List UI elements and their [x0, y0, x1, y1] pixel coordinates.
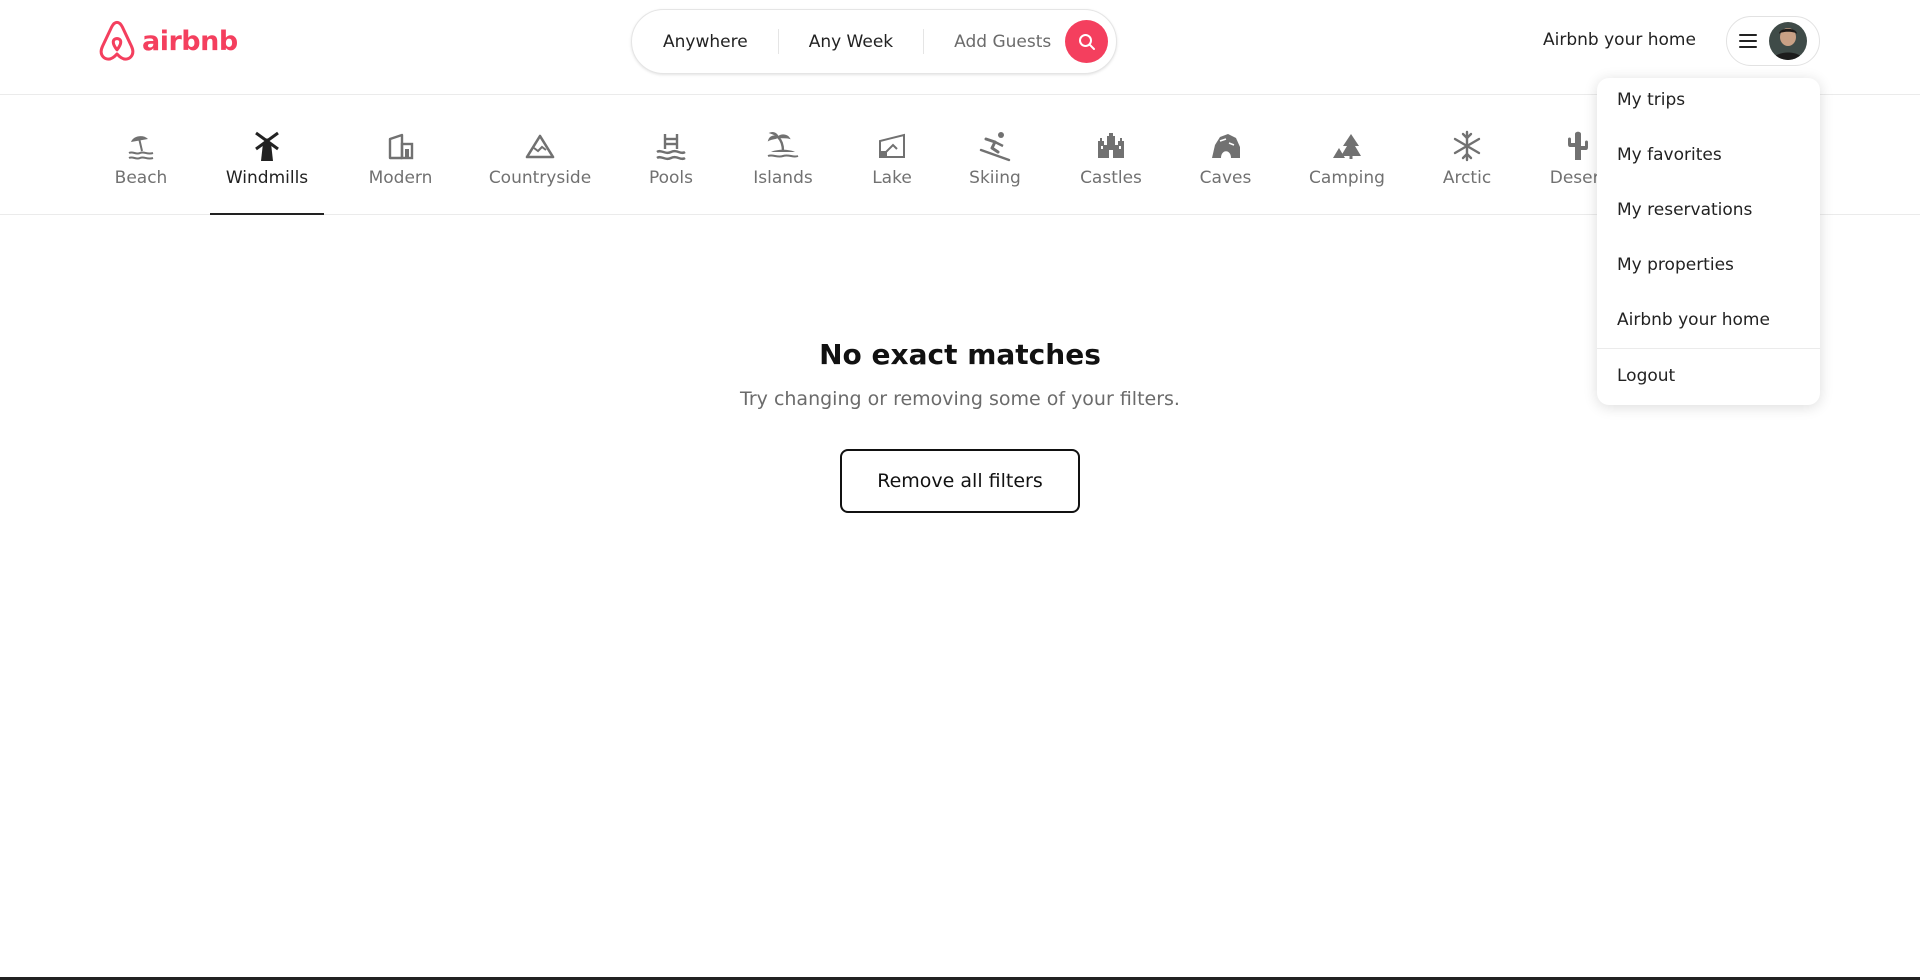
- user-menu-dropdown: My trips My favorites My reservations My…: [1597, 78, 1820, 405]
- menu-item-airbnb-your-home[interactable]: Airbnb your home: [1617, 310, 1770, 330]
- category-label: Modern: [368, 168, 433, 188]
- camping-icon: [1330, 129, 1364, 163]
- airbnb-logo-icon: [99, 20, 135, 61]
- search-location[interactable]: Anywhere: [632, 32, 778, 52]
- snowflake-icon: [1450, 129, 1484, 163]
- category-caves[interactable]: Caves: [1200, 96, 1251, 214]
- remove-all-filters-button[interactable]: Remove all filters: [840, 449, 1080, 513]
- beach-icon: [124, 129, 158, 163]
- category-islands[interactable]: Islands: [753, 96, 813, 214]
- airbnb-logo[interactable]: airbnb: [98, 20, 238, 62]
- category-label: Camping: [1309, 168, 1385, 188]
- category-label: Arctic: [1442, 168, 1492, 188]
- category-modern[interactable]: Modern: [369, 96, 432, 214]
- skiing-icon: [978, 129, 1012, 163]
- category-label: Castles: [1080, 168, 1142, 188]
- category-countryside[interactable]: Countryside: [488, 96, 592, 214]
- search-guests[interactable]: Add Guests: [924, 32, 1065, 52]
- mountain-icon: [523, 129, 557, 163]
- category-label: Windmills: [225, 168, 309, 188]
- hamburger-menu-icon: [1739, 34, 1757, 48]
- menu-item-my-properties[interactable]: My properties: [1617, 255, 1734, 275]
- menu-item-my-trips[interactable]: My trips: [1617, 90, 1685, 110]
- category-windmills[interactable]: Windmills: [210, 96, 324, 215]
- search-icon: [1078, 33, 1095, 50]
- menu-item-logout[interactable]: Logout: [1617, 366, 1675, 386]
- category-label: Beach: [114, 168, 168, 188]
- category-camping[interactable]: Camping: [1309, 96, 1385, 214]
- airbnb-logo-text: airbnb: [142, 25, 238, 57]
- category-label: Countryside: [488, 168, 592, 188]
- category-pools[interactable]: Pools: [648, 96, 694, 214]
- avatar: [1769, 22, 1807, 60]
- pool-icon: [654, 129, 688, 163]
- menu-item-my-favorites[interactable]: My favorites: [1617, 145, 1722, 165]
- cactus-icon: [1561, 129, 1595, 163]
- menu-divider: [1597, 348, 1820, 349]
- search-week[interactable]: Any Week: [779, 32, 923, 52]
- menu-item-my-reservations[interactable]: My reservations: [1617, 200, 1752, 220]
- windmill-icon: [250, 129, 284, 163]
- user-menu-button[interactable]: [1726, 16, 1820, 66]
- category-castles[interactable]: Castles: [1080, 96, 1142, 214]
- search-button[interactable]: [1065, 20, 1109, 63]
- category-label: Skiing: [969, 168, 1021, 188]
- search-bar[interactable]: Anywhere Any Week Add Guests: [631, 9, 1117, 74]
- category-label: Lake: [872, 168, 912, 188]
- category-lake[interactable]: Lake: [871, 96, 913, 214]
- cave-icon: [1209, 129, 1243, 163]
- category-skiing[interactable]: Skiing: [969, 96, 1021, 214]
- island-icon: [766, 129, 800, 163]
- category-arctic[interactable]: Arctic: [1443, 96, 1491, 214]
- castle-icon: [1094, 129, 1128, 163]
- modern-icon: [384, 129, 418, 163]
- airbnb-your-home-link[interactable]: Airbnb your home: [1543, 30, 1696, 50]
- lake-icon: [875, 129, 909, 163]
- category-beach[interactable]: Beach: [114, 96, 168, 214]
- category-label: Islands: [753, 168, 813, 188]
- category-label: Caves: [1199, 168, 1252, 188]
- category-label: Pools: [648, 168, 694, 188]
